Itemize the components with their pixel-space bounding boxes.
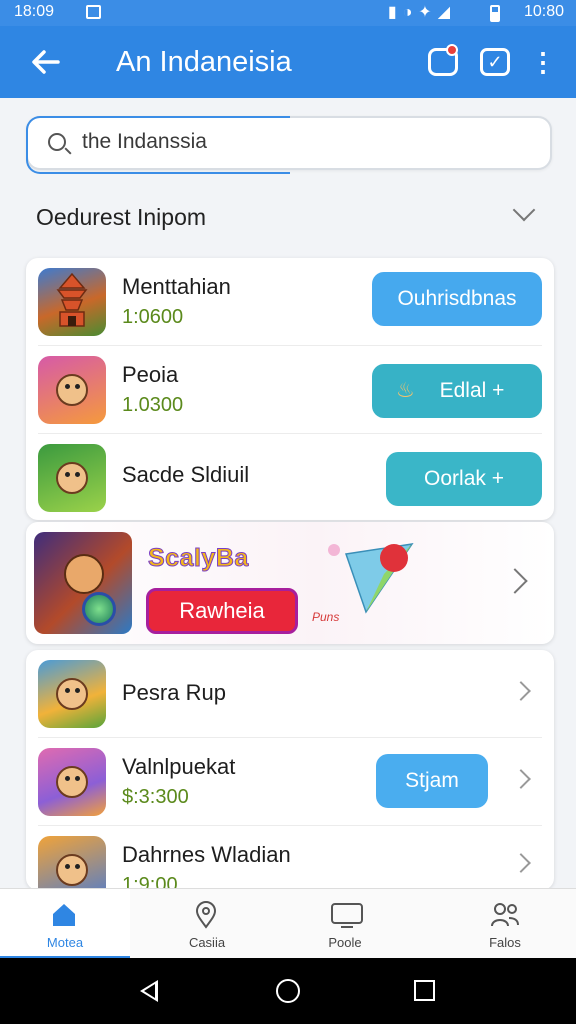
- nav-label: Poole: [328, 935, 362, 950]
- system-recents-icon[interactable]: [414, 980, 435, 1001]
- section-title: Oedurest Inipom: [36, 204, 207, 230]
- page-title: An Indaneisia: [116, 46, 292, 78]
- app-icon: [38, 836, 106, 890]
- status-bar: 18:09 ▮◑✦◢ 10:80: [0, 0, 576, 26]
- app-price: 1.0300: [122, 394, 184, 416]
- list-item[interactable]: Peoia 1.0300 ♨ Edlal +: [26, 346, 554, 434]
- search-bar[interactable]: [26, 116, 552, 174]
- app-list-card: Pesra Rup Valnlpuekat $:3:300 Stjam Dahr…: [26, 650, 554, 890]
- list-item[interactable]: Sacde Sldiuil Oorlak +: [26, 434, 554, 522]
- app-price: 1:0600: [122, 306, 184, 328]
- promo-button[interactable]: Rawheia: [146, 588, 298, 634]
- kite-icon: [326, 534, 426, 626]
- chevron-right-icon[interactable]: [511, 853, 531, 873]
- add-button-label: Edlal +: [439, 379, 505, 402]
- app-price: $:3:300: [122, 786, 189, 808]
- list-item[interactable]: Dahrnes Wladian 1:9:00: [26, 826, 554, 890]
- bottom-nav: Motea Casiia Poole Falos: [0, 888, 576, 959]
- list-item[interactable]: Pesra Rup: [26, 650, 554, 738]
- list-item[interactable]: Menttahian 1:0600 Ouhrisdbnas: [26, 258, 554, 346]
- app-icon: [38, 748, 106, 816]
- app-icon: [38, 660, 106, 728]
- signal-icons: ▮◑✦◢: [387, 4, 456, 21]
- search-icon: [48, 133, 66, 151]
- notification-icon: [86, 5, 101, 19]
- promo-title: ScalyBa: [148, 544, 249, 573]
- app-name: Sacde Sldiuil: [122, 462, 250, 487]
- back-arrow-icon[interactable]: [28, 44, 64, 80]
- battery-icon: [490, 5, 500, 22]
- app-name: Peoia: [122, 362, 179, 387]
- install-button[interactable]: Ouhrisdbnas: [372, 272, 542, 326]
- chevron-right-icon[interactable]: [502, 568, 528, 594]
- chevron-down-icon[interactable]: [510, 200, 538, 228]
- system-back-icon[interactable]: [140, 980, 158, 1002]
- tv-icon: [330, 901, 363, 929]
- app-bar: An Indaneisia ✓ ⋮: [0, 26, 576, 98]
- edit-icon[interactable]: ✓: [480, 48, 510, 76]
- nav-label: Motea: [46, 935, 84, 950]
- nav-home[interactable]: Motea: [0, 889, 130, 959]
- people-icon: [490, 901, 519, 929]
- add-button[interactable]: ♨ Edlal +: [372, 364, 542, 418]
- list-item[interactable]: Valnlpuekat $:3:300 Stjam: [26, 738, 554, 826]
- add-button[interactable]: Oorlak +: [386, 452, 542, 506]
- app-list-card: Menttahian 1:0600 Ouhrisdbnas Peoia 1.03…: [26, 258, 554, 520]
- app-icon: [38, 444, 106, 512]
- flame-icon: ♨: [396, 379, 415, 402]
- promo-banner[interactable]: ScalyBa Rawheia Puns: [26, 522, 554, 644]
- nav-label: Falos: [489, 935, 521, 950]
- status-clock: 10:80: [523, 3, 564, 20]
- nav-label: Casiia: [188, 935, 226, 950]
- status-time: 18:09: [14, 3, 55, 20]
- chevron-right-icon[interactable]: [511, 681, 531, 701]
- nav-people[interactable]: Falos: [440, 889, 570, 959]
- app-name: Pesra Rup: [122, 680, 226, 705]
- map-pin-icon: [192, 901, 220, 929]
- install-button[interactable]: Stjam: [376, 754, 488, 808]
- search-input[interactable]: [82, 130, 482, 154]
- app-icon: [38, 268, 106, 336]
- promo-image: [34, 532, 132, 634]
- chevron-right-icon[interactable]: [511, 769, 531, 789]
- app-name: Menttahian: [122, 274, 231, 299]
- notification-dot: [446, 44, 458, 56]
- app-icon: [38, 356, 106, 424]
- system-home-icon[interactable]: [276, 979, 300, 1003]
- nav-map[interactable]: Casiia: [142, 889, 272, 959]
- app-name: Dahrnes Wladian: [122, 842, 291, 867]
- nav-tv[interactable]: Poole: [280, 889, 410, 959]
- system-nav-bar: [0, 958, 576, 1024]
- app-name: Valnlpuekat: [122, 754, 236, 779]
- home-icon: [50, 901, 78, 929]
- art-caption: Puns: [312, 610, 340, 624]
- more-vert-icon[interactable]: ⋮: [530, 48, 556, 78]
